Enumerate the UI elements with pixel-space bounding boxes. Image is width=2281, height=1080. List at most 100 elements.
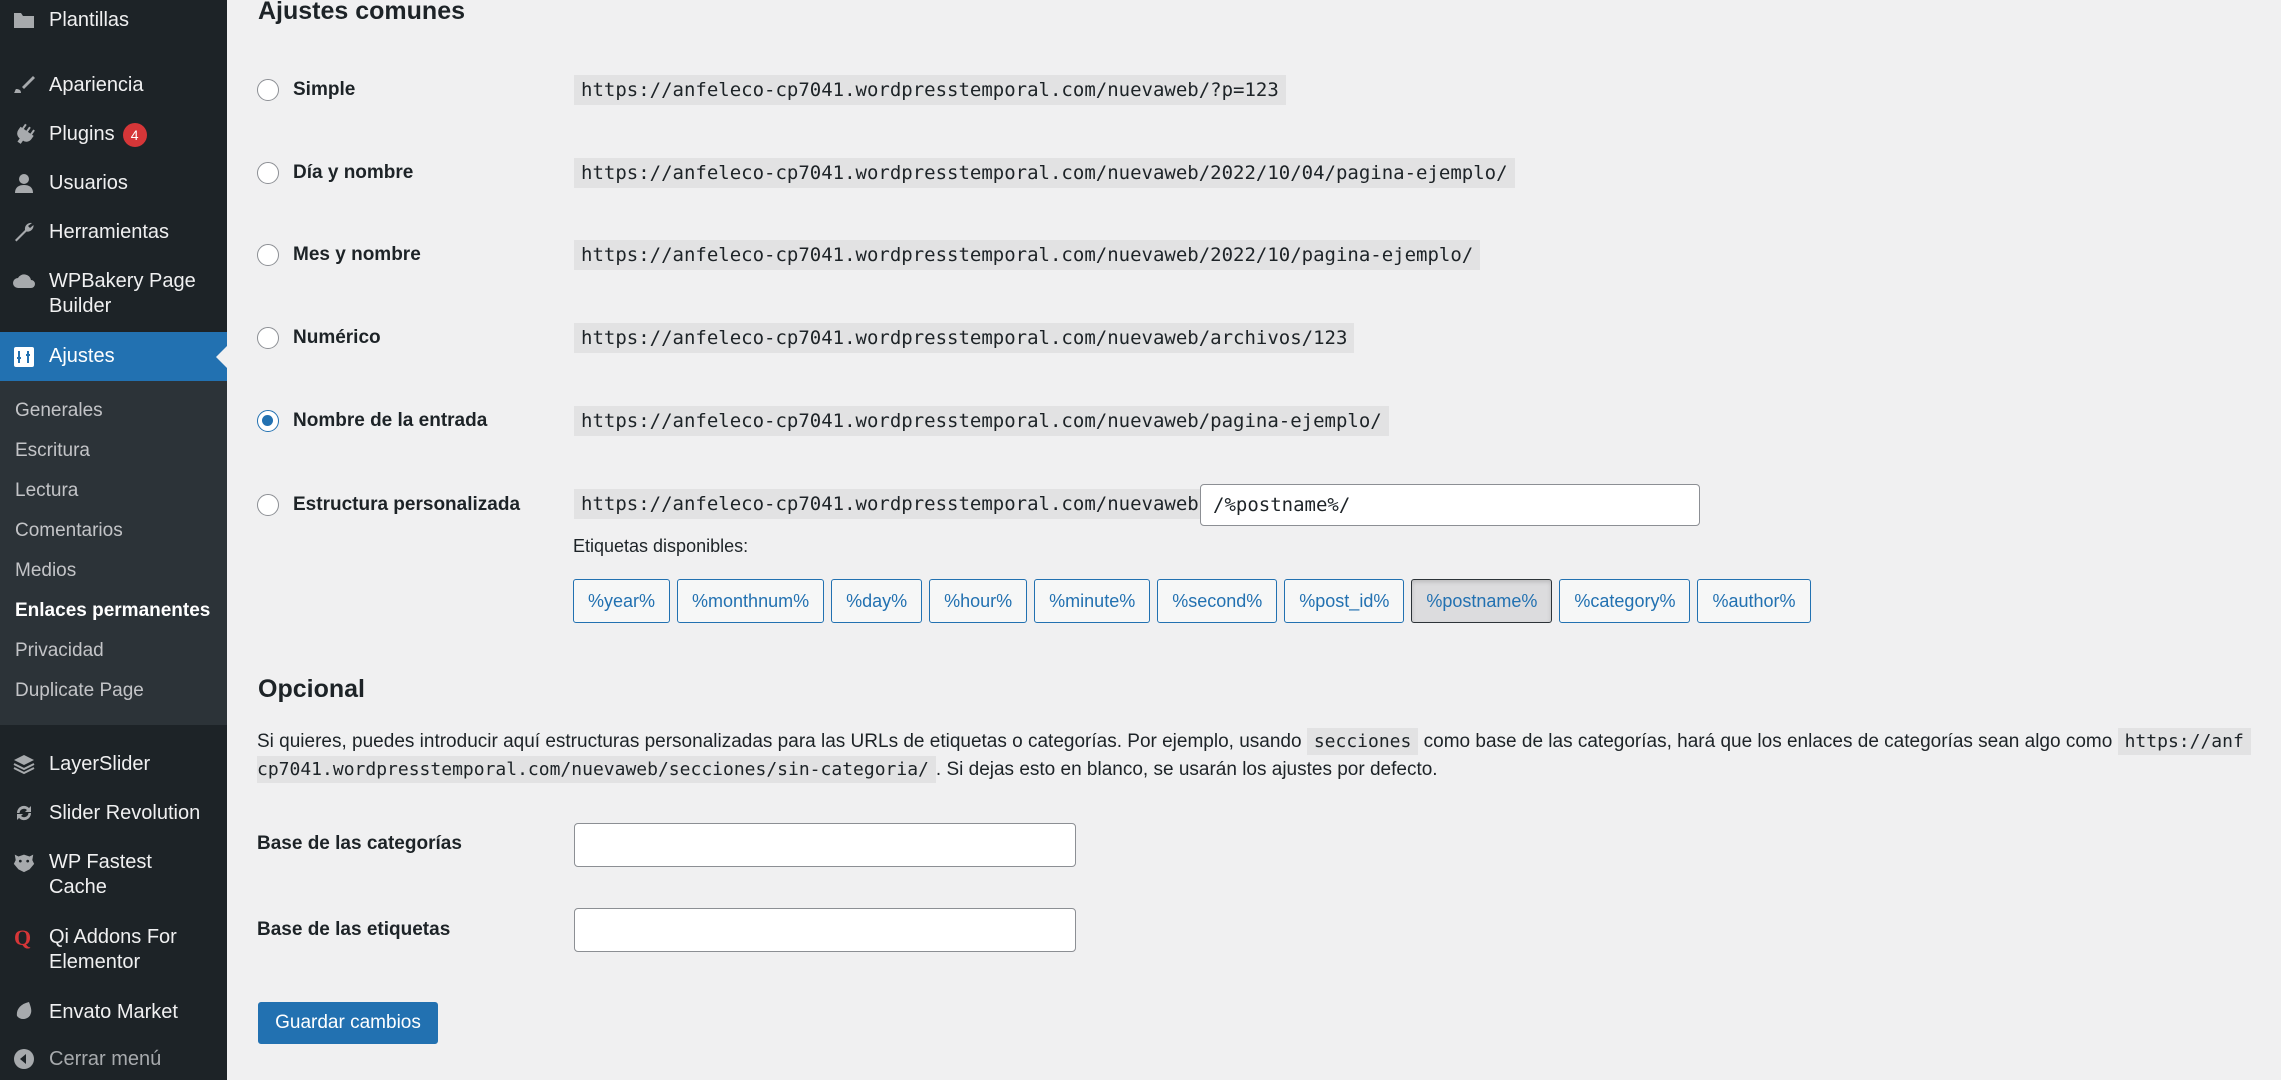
permalink-option-simple[interactable]: Simple [257,70,355,110]
svg-text:Q: Q [14,925,31,949]
radio-day-name[interactable] [257,162,279,184]
submenu-item-duplicate-page[interactable]: Duplicate Page [15,680,144,702]
submenu-item-medios[interactable]: Medios [15,560,76,582]
example-url: https://anfeleco-cp7041.wordpresstempora… [574,240,1481,270]
radio-numeric[interactable] [257,327,279,349]
tag-button-day[interactable]: %day% [831,579,923,623]
sidebar-item-label: WP Fastest Cache [49,851,152,898]
desc-code-url-end: cp7041.wordpresstemporal.com/nuevaweb/se… [257,756,936,783]
available-tags: %year% %monthnum% %day% %hour% %minute% … [573,579,1818,623]
sidebar-item-slider-revolution[interactable]: Slider Revolution [0,801,227,826]
tag-button-category[interactable]: %category% [1559,579,1691,623]
option-label: Nombre de la entrada [293,410,488,431]
section-heading-common: Ajustes comunes [258,0,466,25]
tag-base-input[interactable] [574,908,1076,952]
example-url: https://anfeleco-cp7041.wordpresstempora… [574,158,1515,188]
sidebar-item-apariencia[interactable]: Apariencia [0,73,227,98]
desc-code-url-start: https://anf [2117,728,2251,755]
permalink-option-post-name[interactable]: Nombre de la entrada [257,401,487,441]
available-tags-label: Etiquetas disponibles: [573,536,749,556]
sidebar-item-label: LayerSlider [49,753,151,775]
sidebar-item-usuarios[interactable]: Usuarios [0,171,227,196]
paintbrush-icon [12,73,36,97]
tag-button-post-id[interactable]: %post_id% [1284,579,1405,623]
sidebar-item-label: Slider Revolution [49,802,201,824]
submenu-item-generales[interactable]: Generales [15,400,103,422]
sidebar-item-label: Ajustes [49,345,115,367]
permalink-option-numeric[interactable]: Numérico [257,318,381,358]
sidebar-item-wp-fastest-cache[interactable]: WP Fastest Cache [0,850,227,900]
desc-text: Si quieres, puedes introducir aquí estru… [257,731,1302,752]
sidebar-item-plugins[interactable]: Plugins 4 [0,122,227,147]
submenu-item-lectura[interactable]: Lectura [15,480,78,502]
permalink-option-custom[interactable]: Estructura personalizada [257,485,520,525]
plugin-icon [12,122,36,146]
tag-button-author[interactable]: %author% [1697,579,1811,623]
sidebar-item-wpbakery[interactable]: WPBakery Page Builder [0,269,227,319]
settings-icon [12,345,36,369]
example-url: https://anfeleco-cp7041.wordpresstempora… [574,406,1389,436]
tag-button-second[interactable]: %second% [1157,579,1278,623]
permalink-option-month-name[interactable]: Mes y nombre [257,235,421,275]
user-icon [12,171,36,195]
tag-button-postname[interactable]: %postname% [1411,579,1553,623]
leaf-icon [12,1000,36,1024]
sidebar-item-label: Cerrar menú [49,1048,162,1070]
collapse-icon [12,1047,36,1071]
sidebar-item-layerslider[interactable]: LayerSlider [0,752,227,777]
wrench-icon [12,220,36,244]
option-label: Simple [293,79,356,100]
sidebar-item-label: Envato Market [49,1001,178,1023]
admin-sidebar: Plantillas Apariencia Plugins 4 Usuarios … [0,0,227,1080]
collapse-menu-button[interactable]: Cerrar menú [0,1047,227,1072]
settings-submenu: Generales Escritura Lectura Comentarios … [0,381,227,725]
sidebar-item-label: Plantillas [49,9,130,31]
sidebar-item-plantillas[interactable]: Plantillas [0,8,227,33]
permalink-option-day-name[interactable]: Día y nombre [257,153,413,193]
sidebar-item-label: Apariencia [49,74,144,96]
sidebar-item-label: Qi Addons For Elementor [49,926,177,973]
sidebar-item-qi-addons[interactable]: Q Qi Addons For Elementor [0,925,227,975]
example-url: https://anfeleco-cp7041.wordpresstempora… [574,75,1286,105]
submenu-item-comentarios[interactable]: Comentarios [15,520,123,542]
qi-icon: Q [12,925,36,949]
tag-base-label: Base de las etiquetas [257,919,451,940]
desc-code-example: secciones [1306,728,1419,755]
tag-button-hour[interactable]: %hour% [929,579,1028,623]
option-label: Mes y nombre [293,244,421,265]
save-changes-button[interactable]: Guardar cambios [258,1002,438,1044]
category-base-label: Base de las categorías [257,833,462,854]
radio-custom[interactable] [257,494,279,516]
folder-icon [12,8,36,32]
submenu-item-escritura[interactable]: Escritura [15,440,90,462]
submenu-item-enlaces-permanentes[interactable]: Enlaces permanentes [15,600,210,622]
sidebar-item-label-wrap: Plugins 4 [49,122,209,147]
layers-icon [12,752,36,776]
sidebar-item-herramientas[interactable]: Herramientas [0,220,227,245]
sidebar-item-label: Plugins [49,123,115,145]
sidebar-item-ajustes[interactable]: Ajustes [0,332,227,381]
radio-simple[interactable] [257,79,279,101]
optional-description: Si quieres, puedes introducir aquí estru… [257,728,2281,784]
radio-month-name[interactable] [257,244,279,266]
sidebar-item-label: Usuarios [49,172,128,194]
tag-button-monthnum[interactable]: %monthnum% [677,579,825,623]
radio-post-name[interactable] [257,410,279,432]
section-heading-optional: Opcional [258,675,365,703]
update-count-badge: 4 [122,122,147,147]
sidebar-item-label: WPBakery Page Builder [49,270,196,317]
submenu-item-privacidad[interactable]: Privacidad [15,640,104,662]
category-base-input[interactable] [574,823,1076,867]
refresh-icon [12,801,36,825]
option-label: Numérico [293,327,381,348]
sidebar-item-label: Herramientas [49,221,170,243]
tag-button-minute[interactable]: %minute% [1034,579,1151,623]
custom-structure-input[interactable] [1200,484,1700,526]
sidebar-item-envato-market[interactable]: Envato Market [0,1000,227,1025]
cloud-icon [12,269,36,293]
active-indicator-arrow [216,345,227,368]
main-content: Ajustes comunes Simple https://anfeleco-… [227,0,2281,1080]
tag-button-year[interactable]: %year% [573,579,671,623]
option-label: Día y nombre [293,162,414,183]
option-label: Estructura personalizada [293,494,521,515]
